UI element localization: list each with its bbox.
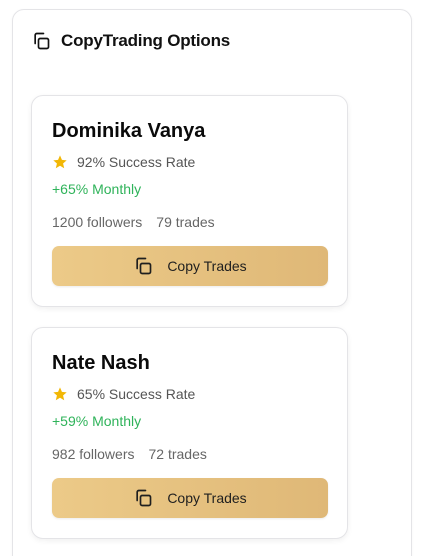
copy-trades-label: Copy Trades	[167, 490, 247, 506]
success-rate-row: 65% Success Rate	[52, 386, 195, 402]
monthly-return: +65% Monthly	[52, 181, 142, 197]
trader-stats: 1200 followers 79 trades	[52, 214, 215, 230]
trader-stats: 982 followers 72 trades	[52, 446, 207, 462]
star-icon	[52, 154, 68, 170]
followers-count: 982 followers	[52, 446, 135, 462]
trader-card: Dominika Vanya 92% Success Rate +65% Mon…	[31, 95, 348, 307]
trader-name: Dominika Vanya	[52, 120, 206, 142]
success-rate: 65% Success Rate	[77, 386, 196, 402]
trades-count: 72 trades	[148, 446, 207, 462]
panel-title: CopyTrading Options	[61, 31, 231, 50]
copy-icon	[133, 488, 153, 508]
copy-icon	[31, 31, 51, 51]
copy-trades-label: Copy Trades	[167, 258, 247, 274]
copy-icon	[133, 256, 153, 276]
monthly-return: +59% Monthly	[52, 413, 142, 429]
trader-name: Nate Nash	[52, 352, 150, 374]
trader-card: Nate Nash 65% Success Rate +59% Monthly …	[31, 327, 348, 539]
followers-count: 1200 followers	[52, 214, 143, 230]
trades-count: 79 trades	[156, 214, 215, 230]
copy-trades-button[interactable]: Copy Trades	[52, 478, 328, 518]
success-rate-row: 92% Success Rate	[52, 154, 195, 170]
panel-header: CopyTrading Options	[31, 31, 230, 51]
star-icon	[52, 386, 68, 402]
copy-trades-button[interactable]: Copy Trades	[52, 246, 328, 286]
success-rate: 92% Success Rate	[77, 154, 196, 170]
